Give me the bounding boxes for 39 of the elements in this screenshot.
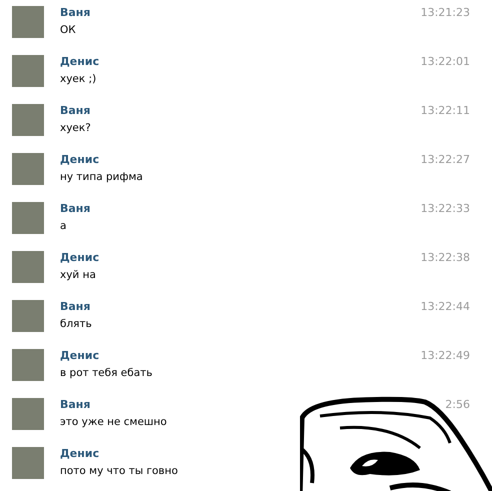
- avatar-photo-placeholder: [12, 6, 44, 38]
- author-name[interactable]: Денис: [60, 447, 100, 460]
- avatar-photo-placeholder: [12, 251, 44, 283]
- avatar-photo-placeholder: [12, 300, 44, 332]
- message-time: 2:56: [445, 398, 470, 411]
- message-text: хуек?: [60, 122, 92, 134]
- avatar-photo-placeholder: [12, 55, 44, 87]
- avatar-photo-placeholder: [12, 153, 44, 185]
- author-name[interactable]: Денис: [60, 153, 100, 166]
- author-name[interactable]: Ваня: [60, 104, 90, 117]
- message-text: хуек ;): [60, 73, 98, 85]
- message-text: блять: [60, 318, 93, 330]
- message-text: это уже не смешно: [60, 416, 168, 428]
- avatar-photo-placeholder: [12, 447, 44, 479]
- message-text: а: [60, 220, 68, 232]
- avatar-photo-placeholder: [12, 104, 44, 136]
- message-text: пото му что ты говно: [60, 465, 179, 477]
- message-time: 13:22:33: [420, 202, 470, 215]
- avatar-photo-placeholder: [12, 349, 44, 381]
- author-name[interactable]: Денис: [60, 251, 100, 264]
- message-time: 13:22:49: [420, 349, 470, 362]
- avatar-photo-placeholder: [12, 202, 44, 234]
- message-text: в рот тебя ебать: [60, 367, 154, 379]
- author-name[interactable]: Ваня: [60, 398, 90, 411]
- message-time: 13:22:27: [420, 153, 470, 166]
- message-time: 13:22:11: [420, 104, 470, 117]
- author-name[interactable]: Ваня: [60, 202, 90, 215]
- message-time: 13:22:44: [420, 300, 470, 313]
- author-name[interactable]: Денис: [60, 55, 100, 68]
- avatar-photo-placeholder: [12, 398, 44, 430]
- message-text: ОК: [60, 24, 77, 36]
- author-name[interactable]: Денис: [60, 349, 100, 362]
- message-time: 13:22:38: [420, 251, 470, 264]
- message-text: хуй на: [60, 269, 97, 281]
- author-name[interactable]: Ваня: [60, 300, 90, 313]
- author-name[interactable]: Ваня: [60, 6, 90, 19]
- message-time: 13:22:01: [420, 55, 470, 68]
- message-text: ну типа рифма: [60, 171, 144, 183]
- message-time: 13:21:23: [420, 6, 470, 19]
